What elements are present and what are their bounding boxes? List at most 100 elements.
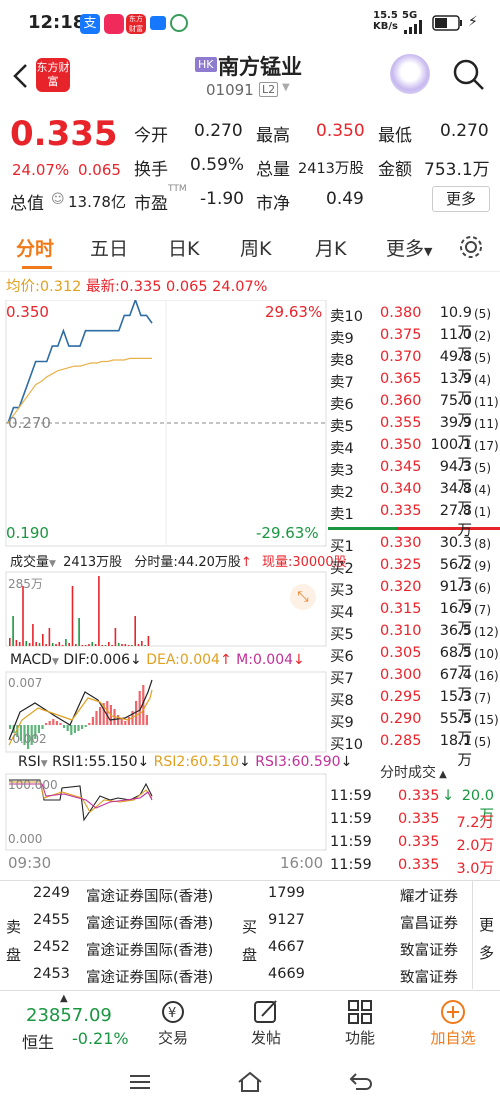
volume-bar — [94, 644, 97, 646]
high-value: 0.350 — [316, 121, 365, 141]
volume-bar — [65, 639, 67, 646]
macd-bar — [124, 721, 127, 725]
sell-broker-id: 2452 — [33, 939, 70, 955]
bottom-toolbar: ▲ 23857.09 恒生 -0.21% ¥ 交易 发帖 功能 加自选 — [0, 990, 500, 1059]
volume-y-max: 285万 — [8, 577, 43, 591]
bid-row[interactable]: 买2 0.325 56.2万 (9) — [328, 555, 500, 593]
bid-row[interactable]: 买4 0.315 16.9万 (7) — [328, 599, 500, 637]
menu-icon[interactable] — [128, 1072, 152, 1092]
back-nav-icon[interactable] — [348, 1070, 374, 1094]
expand-icon[interactable]: ⤡ — [290, 584, 316, 610]
level-label: 买5 — [330, 627, 354, 643]
volume-bar — [108, 642, 110, 646]
macd-bar — [117, 715, 120, 725]
sell-side-label: 卖盘 — [6, 918, 22, 964]
level-label: 卖6 — [330, 397, 354, 413]
bid-row[interactable]: 买9 0.290 55.5万 (15) — [328, 709, 500, 747]
tick-time: 11:59 — [330, 857, 372, 873]
rsi-indicator-select[interactable]: RSI — [18, 754, 41, 770]
status-time: 12:18 — [28, 12, 86, 33]
macd-bar — [145, 715, 148, 725]
macd-bar — [88, 723, 91, 725]
bid-row[interactable]: 买7 0.300 67.4万 (16) — [328, 665, 500, 703]
back-icon[interactable] — [10, 62, 30, 90]
info-icon[interactable]: ☺ — [51, 192, 65, 207]
ask-row[interactable]: 卖3 0.345 94.3万 (5) — [328, 457, 500, 495]
level-count: (5) — [474, 735, 491, 749]
ask-row[interactable]: 卖8 0.370 49.8万 (5) — [328, 347, 500, 385]
tab-daily-k[interactable]: 日K — [168, 234, 199, 261]
ask-row[interactable]: 卖2 0.340 34.8万 (4) — [328, 479, 500, 517]
ask-row[interactable]: 卖7 0.365 13.9万 (4) — [328, 369, 500, 407]
sell-broker-id: 2453 — [33, 966, 70, 982]
ask-row[interactable]: 卖1 0.335 27.8万 (1) — [328, 501, 500, 539]
level-price: 0.305 — [380, 645, 422, 661]
y-top-pct: 29.63% — [265, 303, 323, 321]
volume-bar — [35, 642, 37, 646]
brokers-more-button[interactable]: 更多 — [472, 881, 500, 989]
tab-underline — [22, 266, 52, 269]
rsi-y-bottom: 0.000 — [8, 832, 43, 846]
volume-bar — [101, 645, 103, 646]
settings-icon[interactable] — [458, 234, 484, 260]
dropdown-icon[interactable]: ▼ — [282, 82, 290, 93]
ask-row[interactable]: 卖9 0.375 11.0万 (2) — [328, 325, 500, 363]
assistant-robot-icon[interactable] — [390, 54, 430, 94]
tick-price: 0.335 — [398, 834, 440, 850]
bid-row[interactable]: 买6 0.305 68.5万 (10) — [328, 643, 500, 681]
macd-m: M:0.004 — [236, 652, 294, 668]
stock-header: 东方财富 HK 南方锰业 01091 L2 ▼ — [0, 46, 500, 108]
turnover-value: 0.59% — [190, 155, 245, 175]
level-label: 卖2 — [330, 485, 354, 501]
system-nav-bar — [0, 1058, 500, 1111]
home-icon[interactable] — [236, 1070, 264, 1094]
level-count: (2) — [474, 329, 491, 343]
level-label: 卖3 — [330, 463, 354, 479]
eastmoney-icon: 东方 财富 — [126, 14, 146, 34]
more-button[interactable]: 更多 — [432, 186, 490, 212]
ask-row[interactable]: 卖5 0.355 39.9万 (11) — [328, 413, 500, 451]
macd-bar — [99, 707, 102, 725]
macd-bar — [84, 725, 87, 727]
level-count: (7) — [474, 603, 491, 617]
tab-monthly-k[interactable]: 月K — [315, 234, 346, 261]
broker-queue: 卖盘 买盘 更多 2249 富途证券国际(香港) 1799 耀才证券 2455 富途证券国… — [0, 880, 500, 990]
index-ticker[interactable]: ▲ 23857.09 恒生 -0.21% — [0, 991, 138, 1059]
chart-tabs: 分时 五日 日K 周K 月K 更多▼ — [0, 222, 500, 272]
volume-bar — [124, 644, 127, 646]
bid-row[interactable]: 买10 0.285 18.1万 (5) — [328, 731, 500, 769]
add-watchlist-button[interactable]: 加自选 — [418, 997, 488, 1048]
bid-row[interactable]: 买5 0.310 36.5万 (12) — [328, 621, 500, 659]
volume-bar — [78, 618, 80, 646]
tab-intraday[interactable]: 分时 — [16, 234, 54, 261]
ask-row[interactable]: 卖6 0.360 75.0万 (11) — [328, 391, 500, 429]
bid-row[interactable]: 买1 0.330 30.3万 (8) — [328, 533, 500, 571]
macd-bar — [73, 725, 76, 733]
bid-row[interactable]: 买8 0.295 15.3万 (7) — [328, 687, 500, 725]
trade-button[interactable]: ¥ 交易 — [138, 997, 208, 1048]
function-button[interactable]: 功能 — [325, 997, 395, 1048]
level-label: 买2 — [330, 561, 354, 577]
macd-bar — [81, 725, 84, 729]
volume-bar — [32, 624, 34, 646]
tick-time: 11:59 — [330, 811, 372, 827]
sell-broker-id: 2249 — [33, 885, 70, 901]
macd-indicator-select[interactable]: MACD — [10, 652, 52, 668]
pb-label: 市净 — [256, 194, 290, 214]
tab-weekly-k[interactable]: 周K — [240, 234, 271, 261]
app-logo[interactable]: 东方财富 — [36, 58, 70, 92]
trade-icon: ¥ — [162, 1001, 184, 1023]
tab-five-day[interactable]: 五日 — [90, 234, 128, 261]
tab-more[interactable]: 更多▼ — [386, 234, 432, 261]
bid-row[interactable]: 买3 0.320 91.3万 (6) — [328, 577, 500, 615]
macd-bar — [41, 725, 44, 729]
ask-row[interactable]: 卖4 0.350 100.1万 (17) — [328, 435, 500, 473]
volume-bar — [38, 643, 41, 646]
buy-side-label: 买盘 — [242, 918, 258, 964]
volume-bar — [121, 644, 123, 646]
volume-indicator-select[interactable]: 成交量 — [10, 555, 49, 570]
average-line-info: 均价:0.312 最新:0.335 0.065 24.07% — [6, 279, 268, 295]
post-button[interactable]: 发帖 — [231, 997, 301, 1048]
ask-row[interactable]: 卖10 0.380 10.9万 (5) — [328, 303, 500, 341]
search-icon[interactable] — [452, 58, 486, 92]
